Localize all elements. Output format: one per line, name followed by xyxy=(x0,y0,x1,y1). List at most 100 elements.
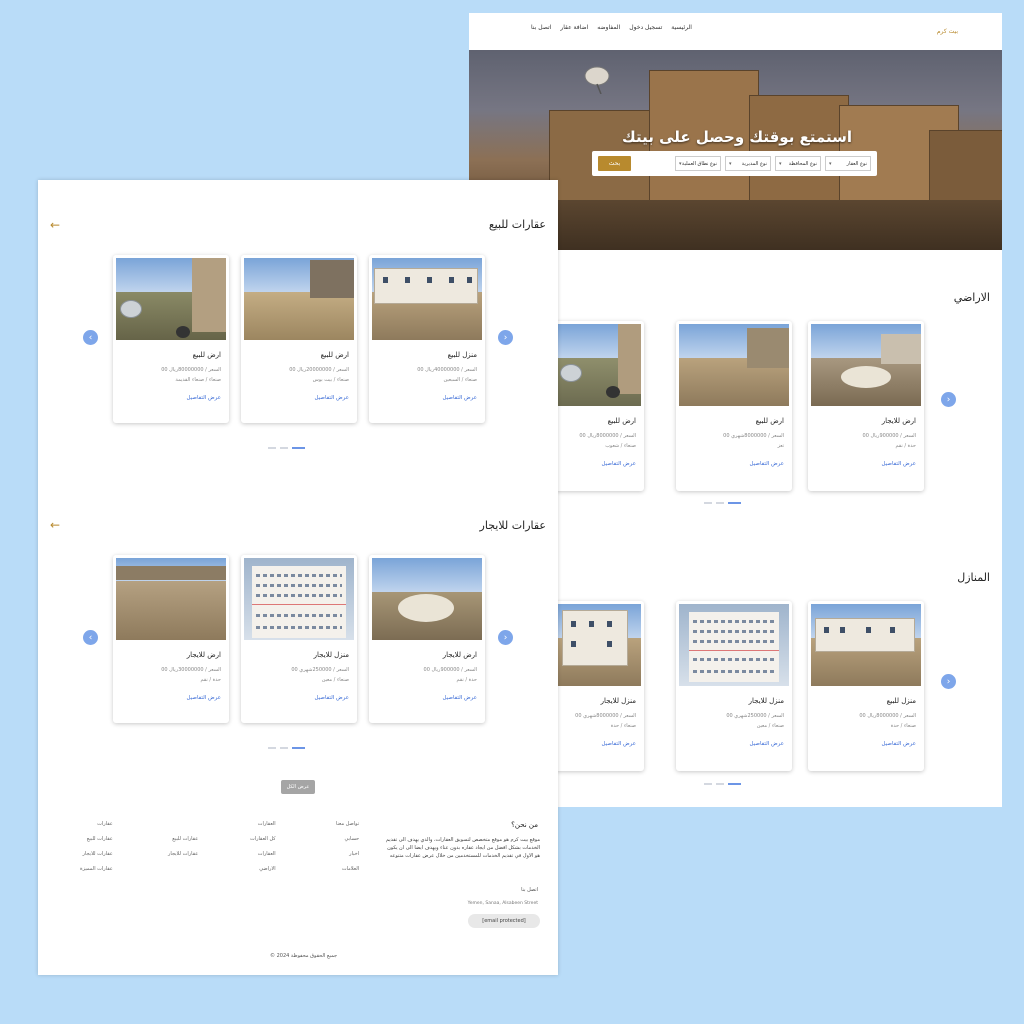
details-link[interactable]: عرض التفاصيل xyxy=(749,461,784,467)
property-card[interactable]: ارض للبيع السعر / 8000000شهري 00 تعز عرض… xyxy=(676,321,792,491)
details-link[interactable]: عرض التفاصيل xyxy=(881,461,916,467)
photo-window xyxy=(383,277,388,283)
footer-link[interactable]: عقارات للايجار xyxy=(80,847,113,862)
details-link[interactable]: عرض التفاصيل xyxy=(601,461,636,467)
footer-link[interactable]: عقارات للبيع xyxy=(168,832,198,847)
carousel-prev-button[interactable]: ‹ xyxy=(83,630,98,645)
governorate-select[interactable]: نوع المحافظة ▾ xyxy=(775,156,821,171)
photo-window-row xyxy=(693,658,775,661)
pagination-dot[interactable] xyxy=(280,447,288,449)
card-title: ارض للبيع xyxy=(607,417,636,425)
photo-window xyxy=(589,621,594,627)
property-card[interactable]: ارض للايجار السعر / 30000000ريال 00 حدة … xyxy=(113,555,229,723)
carousel-prev-button[interactable]: ‹ xyxy=(83,330,98,345)
property-card[interactable]: ارض للبيع السعر / 80000000ريال 00 صنعاء … xyxy=(113,255,229,423)
photo-house xyxy=(374,268,478,304)
details-link[interactable]: عرض التفاصيل xyxy=(314,695,349,701)
property-card[interactable]: منزل للايجار السعر / 250000شهري 00 صنعاء… xyxy=(676,601,792,771)
details-link[interactable]: عرض التفاصيل xyxy=(442,395,477,401)
photo-window xyxy=(607,641,612,647)
property-card[interactable]: ارض للبيع السعر / 8000000ريال 00 صنعاء /… xyxy=(555,321,644,491)
details-link[interactable]: عرض التفاصيل xyxy=(442,695,477,701)
details-link[interactable]: عرض التفاصيل xyxy=(314,395,349,401)
arrow-left-icon[interactable]: ← xyxy=(50,518,60,532)
nav-login[interactable]: تسجيل دخول xyxy=(629,24,662,31)
photo-window xyxy=(824,627,829,633)
arrow-left-icon[interactable]: ← xyxy=(50,218,60,232)
property-card[interactable]: منزل للبيع السعر / 40000000ريال 00 صنعاء… xyxy=(369,255,485,423)
pagination-dot[interactable] xyxy=(704,783,712,785)
footer-link[interactable]: كل العقارات xyxy=(250,832,276,847)
card-location: صنعاء / السبعين xyxy=(443,377,477,383)
details-link[interactable]: عرض التفاصيل xyxy=(186,695,221,701)
photo-window-row xyxy=(693,620,775,623)
email-badge[interactable]: [email protected] xyxy=(468,914,540,928)
property-card[interactable]: ارض للايجار السعر / 900000ريال 00 حدة / … xyxy=(808,321,924,491)
chevron-down-icon: ▾ xyxy=(779,160,782,167)
footer-link[interactable]: الاراضي xyxy=(250,862,275,877)
details-link[interactable]: عرض التفاصيل xyxy=(601,741,636,747)
pagination-dot[interactable] xyxy=(716,502,724,504)
pagination-dot-active[interactable] xyxy=(728,502,741,504)
carousel-next-button[interactable]: › xyxy=(941,674,956,689)
operation-type-select[interactable]: نوع نطاق العملية ▾ xyxy=(675,156,721,171)
footer-link[interactable]: العقارات xyxy=(250,817,276,832)
footer-link[interactable]: عقارات xyxy=(80,817,113,832)
card-price: السعر / 8000000شهري 00 xyxy=(723,433,784,439)
about-heading: من نحن؟ xyxy=(511,821,538,829)
pagination-dot-active[interactable] xyxy=(728,783,741,785)
photo-ground xyxy=(116,580,226,640)
photo-window-row xyxy=(693,640,775,643)
property-card[interactable]: منزل للايجار السعر / 8000000شهري 00 صنعا… xyxy=(555,601,644,771)
footer-link[interactable]: العقارات xyxy=(250,847,276,862)
card-title: ارض للبيع xyxy=(192,351,221,359)
details-link[interactable]: عرض التفاصيل xyxy=(881,741,916,747)
photo-window xyxy=(405,277,410,283)
pagination-dot-active[interactable] xyxy=(292,747,305,749)
nav-negotiation[interactable]: المفاوضه xyxy=(597,24,620,31)
property-card[interactable]: منزل للايجار السعر / 250000شهري 00 صنعاء… xyxy=(241,555,357,723)
photo-house xyxy=(562,610,628,666)
footer-link[interactable]: عقارات المميزة xyxy=(80,862,113,877)
carousel-next-button[interactable]: › xyxy=(941,392,956,407)
footer-link[interactable]: حسابي xyxy=(336,832,359,847)
card-price: السعر / 20000000ريال 00 xyxy=(289,367,349,373)
pagination-dot[interactable] xyxy=(268,447,276,449)
footer-link[interactable]: عقارات للايجار xyxy=(168,847,198,862)
photo-house xyxy=(815,618,915,652)
carousel-next-button[interactable]: › xyxy=(498,330,513,345)
district-select[interactable]: نوع المديرية ▾ xyxy=(725,156,771,171)
pagination-dot[interactable] xyxy=(716,783,724,785)
photo-window-row xyxy=(256,574,342,577)
nav-add-property[interactable]: اضافة عقار xyxy=(560,24,588,31)
details-link[interactable]: عرض التفاصيل xyxy=(749,741,784,747)
footer-link[interactable]: العلامات xyxy=(336,862,359,877)
pagination-dot[interactable] xyxy=(280,747,288,749)
details-link[interactable]: عرض التفاصيل xyxy=(186,395,221,401)
show-all-button[interactable]: عرض الكل xyxy=(281,780,315,794)
property-card[interactable]: منزل للبيع السعر / 8000000ريال 00 صنعاء … xyxy=(808,601,924,771)
pagination-dot[interactable] xyxy=(268,747,276,749)
footer-link[interactable]: اخبار xyxy=(336,847,359,862)
property-card[interactable]: ارض للبيع السعر / 20000000ريال 00 صنعاء … xyxy=(241,255,357,423)
nav-contact[interactable]: اتصل بنا xyxy=(531,24,551,31)
footer-link[interactable]: تواصل معنا xyxy=(336,817,359,832)
section-title-lands: الاراضي xyxy=(953,291,990,304)
card-location: صنعاء / حدة xyxy=(610,723,636,729)
carousel-next-button[interactable]: › xyxy=(498,630,513,645)
carousel-pagination xyxy=(268,447,305,449)
card-title: ارض للبيع xyxy=(320,351,349,359)
footer-link[interactable]: عقارات للبيع xyxy=(80,832,113,847)
card-location: صنعاء / معين xyxy=(756,723,784,729)
brand-logo[interactable]: بيت كرم xyxy=(937,28,958,35)
card-location: صنعاء / معين xyxy=(321,677,349,683)
search-button[interactable]: بحث xyxy=(598,156,631,171)
property-type-select[interactable]: نوع العقار ▾ xyxy=(825,156,871,171)
photo-window xyxy=(467,277,472,283)
pagination-dot[interactable] xyxy=(704,502,712,504)
nav-home[interactable]: الرئيسية xyxy=(671,24,692,31)
property-card[interactable]: ارض للايجار السعر / 900000ريال 00 حدة / … xyxy=(369,555,485,723)
pagination-dot-active[interactable] xyxy=(292,447,305,449)
card-price: السعر / 40000000ريال 00 xyxy=(417,367,477,373)
card-title: ارض للايجار xyxy=(442,651,477,659)
